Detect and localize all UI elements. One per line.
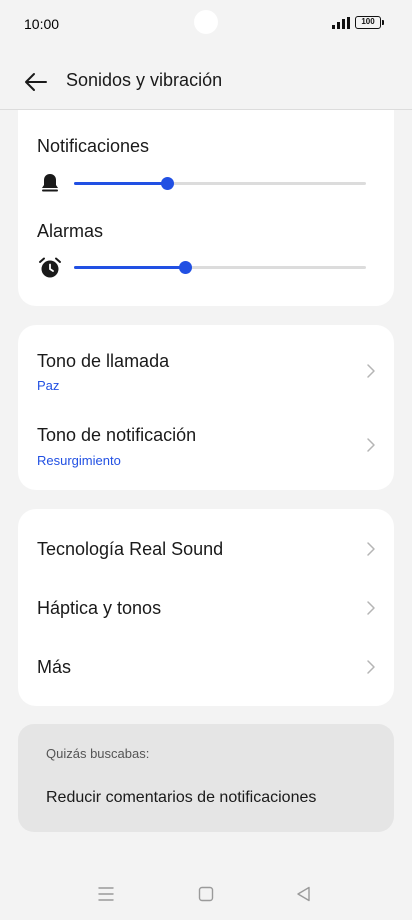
alarms-volume-label: Alarmas	[37, 221, 104, 241]
sound-settings-card: Tecnología Real Sound Háptica y tonos Má…	[18, 509, 394, 706]
ringtones-card: Tono de llamada Paz Tono de notificación…	[18, 325, 394, 490]
ringtone-value: Paz	[37, 378, 60, 393]
chevron-right-icon	[367, 660, 375, 674]
notification-tone-title: Tono de notificación	[37, 425, 197, 445]
haptics-tones-row[interactable]: Háptica y tonos	[18, 578, 394, 636]
notifications-volume-label: Notificaciones	[37, 136, 150, 156]
chevron-right-icon	[367, 438, 375, 452]
notifications-slider-fill	[74, 182, 168, 185]
chevron-right-icon	[367, 601, 375, 615]
suggestions-card: Quizás buscabas: Reducir comentarios de …	[18, 724, 394, 832]
chevron-right-icon	[367, 542, 375, 556]
alarm-clock-icon	[39, 257, 61, 278]
real-sound-title: Tecnología Real Sound	[37, 539, 224, 559]
notifications-volume-slider[interactable]	[74, 177, 366, 190]
alarms-slider-fill	[74, 266, 185, 269]
home-icon[interactable]	[196, 884, 216, 904]
ringtone-row[interactable]: Tono de llamada Paz	[18, 325, 394, 407]
more-title: Más	[37, 657, 72, 677]
back-arrow-icon[interactable]	[22, 68, 50, 96]
notification-tone-value: Resurgimiento	[37, 453, 121, 468]
chevron-right-icon	[367, 364, 375, 378]
navigation-bar	[0, 878, 412, 912]
suggestions-label: Quizás buscabas:	[46, 746, 150, 761]
status-bar: 10:00 100	[0, 0, 412, 48]
battery-icon: 100	[355, 16, 384, 29]
alarms-slider-thumb[interactable]	[178, 261, 192, 274]
bell-icon	[42, 174, 58, 192]
page-title: Sonidos y vibración	[66, 70, 223, 90]
signal-icon	[332, 17, 350, 29]
back-triangle-icon[interactable]	[294, 884, 314, 904]
notifications-slider-thumb[interactable]	[161, 177, 175, 190]
header: Sonidos y vibración	[0, 54, 412, 110]
more-row[interactable]: Más	[18, 637, 394, 695]
alarms-volume-slider[interactable]	[74, 261, 366, 274]
suggestion-link[interactable]: Reducir comentarios de notificaciones	[46, 789, 316, 807]
ringtone-title: Tono de llamada	[37, 351, 170, 371]
real-sound-row[interactable]: Tecnología Real Sound	[18, 519, 394, 577]
camera-cutout	[194, 10, 218, 34]
menu-icon[interactable]	[96, 884, 116, 904]
notification-tone-row[interactable]: Tono de notificación Resurgimiento	[18, 407, 394, 490]
volume-card: Notificaciones Alarmas	[18, 100, 394, 306]
haptics-tones-title: Háptica y tonos	[37, 598, 162, 618]
status-time: 10:00	[24, 16, 60, 32]
